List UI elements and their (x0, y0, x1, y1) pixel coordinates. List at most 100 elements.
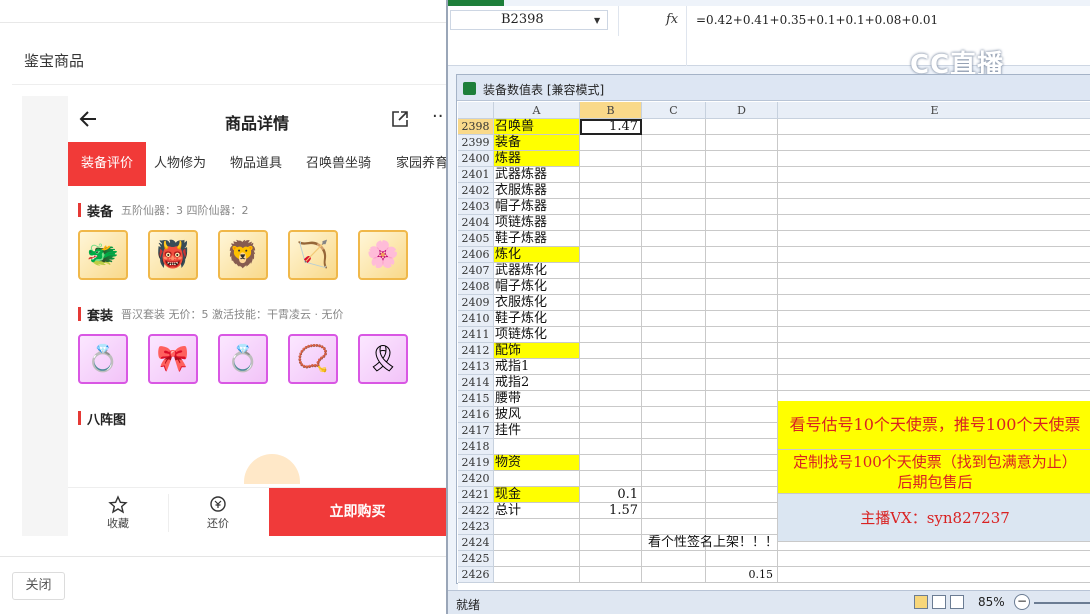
more-icon[interactable]: ·· (432, 106, 443, 127)
cell[interactable] (580, 471, 642, 487)
cell[interactable] (580, 519, 642, 535)
cell[interactable] (580, 551, 642, 567)
tab-cultivation[interactable]: 人物修为 (154, 142, 206, 186)
cell[interactable] (642, 455, 706, 471)
bargain-button[interactable]: 还价 (168, 488, 268, 536)
cell[interactable] (642, 215, 706, 231)
row-header[interactable]: 2406 (458, 247, 494, 263)
chevron-down-icon[interactable]: ▼ (594, 16, 600, 25)
cell[interactable] (706, 311, 778, 327)
cell[interactable]: 0.1 (580, 487, 642, 503)
select-all-corner[interactable] (458, 102, 494, 119)
cell[interactable] (642, 343, 706, 359)
cell[interactable] (580, 167, 642, 183)
equipment-item-icon[interactable]: 🐲 (78, 230, 128, 280)
cell[interactable] (642, 423, 706, 439)
cell[interactable] (580, 455, 642, 471)
cell[interactable] (642, 295, 706, 311)
cell[interactable] (642, 391, 706, 407)
row-header[interactable]: 2421 (458, 487, 494, 503)
cell[interactable] (778, 231, 1090, 247)
row-header[interactable]: 2404 (458, 215, 494, 231)
cell[interactable]: 总计 (494, 503, 580, 519)
cell[interactable] (580, 391, 642, 407)
cell[interactable]: 挂件 (494, 423, 580, 439)
cell[interactable] (706, 327, 778, 343)
cell[interactable] (778, 311, 1090, 327)
cell[interactable] (642, 231, 706, 247)
row-header[interactable]: 2422 (458, 503, 494, 519)
cell[interactable] (642, 311, 706, 327)
column-header[interactable]: D (706, 102, 778, 119)
cell[interactable] (642, 407, 706, 423)
cell[interactable]: 装备 (494, 135, 580, 151)
cell[interactable]: 炼化 (494, 247, 580, 263)
cell[interactable] (580, 343, 642, 359)
cell[interactable]: 衣服炼器 (494, 183, 580, 199)
cell[interactable] (706, 247, 778, 263)
cell[interactable] (778, 183, 1090, 199)
set-item-icon[interactable]: 📿 (288, 334, 338, 384)
column-header[interactable]: C (642, 102, 706, 119)
cell[interactable] (580, 295, 642, 311)
row-header[interactable]: 2410 (458, 311, 494, 327)
cell[interactable]: 0.15 (706, 567, 778, 583)
normal-view-icon[interactable] (914, 595, 928, 609)
row-header[interactable]: 2398 (458, 119, 494, 135)
cell[interactable] (706, 519, 778, 535)
cell[interactable] (778, 295, 1090, 311)
row-header[interactable]: 2415 (458, 391, 494, 407)
cell[interactable] (580, 311, 642, 327)
tab-pets-mounts[interactable]: 召唤兽坐骑 (306, 142, 371, 186)
cell[interactable] (706, 359, 778, 375)
cell[interactable] (706, 295, 778, 311)
cell[interactable]: 武器炼器 (494, 167, 580, 183)
cell[interactable] (706, 455, 778, 471)
tab-home[interactable]: 家园养育 (396, 142, 446, 186)
cell[interactable] (778, 215, 1090, 231)
row-header[interactable]: 2403 (458, 199, 494, 215)
cell[interactable] (642, 439, 706, 455)
cell[interactable] (706, 471, 778, 487)
cell[interactable] (580, 215, 642, 231)
cell[interactable] (778, 247, 1090, 263)
page-break-view-icon[interactable] (950, 595, 964, 609)
function-icon[interactable]: fx (666, 12, 678, 27)
row-header[interactable]: 2425 (458, 551, 494, 567)
cell[interactable] (706, 439, 778, 455)
equipment-item-icon[interactable]: 🏹 (288, 230, 338, 280)
cell[interactable]: 帽子炼器 (494, 199, 580, 215)
cell[interactable] (580, 279, 642, 295)
cell[interactable] (642, 135, 706, 151)
row-header[interactable]: 2412 (458, 343, 494, 359)
cell[interactable] (580, 407, 642, 423)
row-header[interactable]: 2420 (458, 471, 494, 487)
cell[interactable] (494, 567, 580, 583)
zoom-out-icon[interactable]: − (1014, 594, 1030, 610)
set-item-icon[interactable]: 🎀 (148, 334, 198, 384)
cell[interactable] (706, 167, 778, 183)
column-header[interactable]: E (778, 102, 1090, 119)
cell[interactable]: 腰带 (494, 391, 580, 407)
cell[interactable] (580, 151, 642, 167)
cell[interactable] (706, 119, 778, 135)
cell[interactable]: 戒指2 (494, 375, 580, 391)
cell[interactable]: 配饰 (494, 343, 580, 359)
cell[interactable] (706, 391, 778, 407)
cell[interactable] (642, 279, 706, 295)
cell[interactable]: 鞋子炼化 (494, 311, 580, 327)
cell[interactable] (706, 487, 778, 503)
cell[interactable] (580, 439, 642, 455)
cell[interactable] (642, 183, 706, 199)
cell[interactable] (642, 487, 706, 503)
cell[interactable] (706, 375, 778, 391)
cell[interactable] (778, 279, 1090, 295)
cell[interactable] (642, 519, 706, 535)
cell[interactable] (494, 535, 580, 551)
cell[interactable] (642, 151, 706, 167)
zoom-slider[interactable] (1034, 602, 1090, 604)
cell[interactable] (580, 231, 642, 247)
cell[interactable] (494, 519, 580, 535)
set-item-icon[interactable]: 💍 (218, 334, 268, 384)
row-header[interactable]: 2411 (458, 327, 494, 343)
